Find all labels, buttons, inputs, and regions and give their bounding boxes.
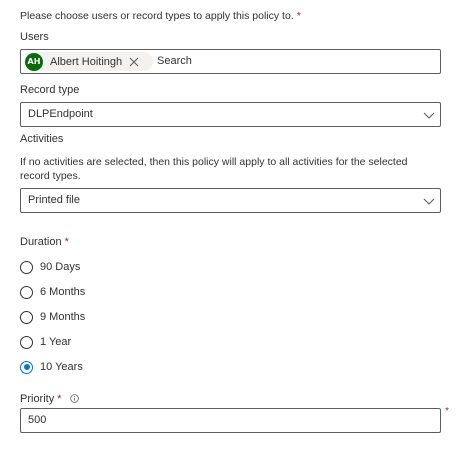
- radio-option-10-years[interactable]: 10 Years: [20, 359, 83, 375]
- user-pill[interactable]: AH Albert Hoitingh: [25, 52, 153, 71]
- instruction-text: Please choose users or record types to a…: [20, 10, 294, 22]
- activities-help-text: If no activities are selected, then this…: [20, 156, 408, 182]
- radio-button[interactable]: [20, 310, 33, 324]
- radio-button[interactable]: [20, 260, 33, 274]
- activities-label: Activities: [20, 133, 64, 145]
- priority-input[interactable]: 500: [20, 408, 441, 433]
- info-icon[interactable]: [69, 393, 79, 403]
- record-type-dropdown[interactable]: DLPEndpoint: [20, 102, 441, 127]
- activities-value: Printed file: [28, 194, 80, 206]
- duration-label: Duration *: [20, 235, 69, 249]
- record-type-value: DLPEndpoint: [28, 108, 93, 120]
- radio-option-9-months[interactable]: 9 Months: [20, 309, 85, 325]
- radio-button[interactable]: [20, 335, 33, 349]
- users-search-input[interactable]: Search: [157, 55, 192, 67]
- required-mark: *: [64, 236, 69, 248]
- priority-label-text: Priority: [20, 393, 55, 405]
- radio-button-selected[interactable]: [20, 360, 33, 374]
- record-type-label: Record type: [20, 84, 80, 96]
- users-label: Users: [20, 31, 49, 43]
- radio-label: 10 Years: [40, 361, 83, 373]
- radio-label: 1 Year: [40, 336, 72, 348]
- radio-option-1-year[interactable]: 1 Year: [20, 334, 71, 350]
- radio-label: 9 Months: [40, 311, 86, 323]
- duration-label-text: Duration: [20, 236, 62, 248]
- chevron-down-icon: [423, 110, 435, 120]
- chevron-down-icon: [423, 196, 435, 206]
- avatar: AH: [25, 52, 43, 71]
- user-pill-name: Albert Hoitingh: [50, 55, 123, 68]
- required-mark: *: [296, 10, 301, 22]
- users-picker[interactable]: AH Albert Hoitingh Search: [20, 49, 441, 74]
- policy-instruction: Please choose users or record types to a…: [20, 9, 301, 23]
- radio-option-6-months[interactable]: 6 Months: [20, 284, 85, 300]
- close-icon[interactable]: [129, 57, 139, 67]
- priority-label: Priority *: [20, 392, 79, 406]
- activities-dropdown[interactable]: Printed file: [20, 188, 441, 213]
- required-mark: *: [57, 393, 62, 405]
- priority-value: 500: [28, 414, 47, 426]
- priority-required-mark: *: [445, 406, 449, 417]
- radio-label: 6 Months: [40, 286, 86, 298]
- radio-button[interactable]: [20, 285, 33, 299]
- radio-option-90-days[interactable]: 90 Days: [20, 259, 80, 275]
- radio-label: 90 Days: [40, 261, 81, 273]
